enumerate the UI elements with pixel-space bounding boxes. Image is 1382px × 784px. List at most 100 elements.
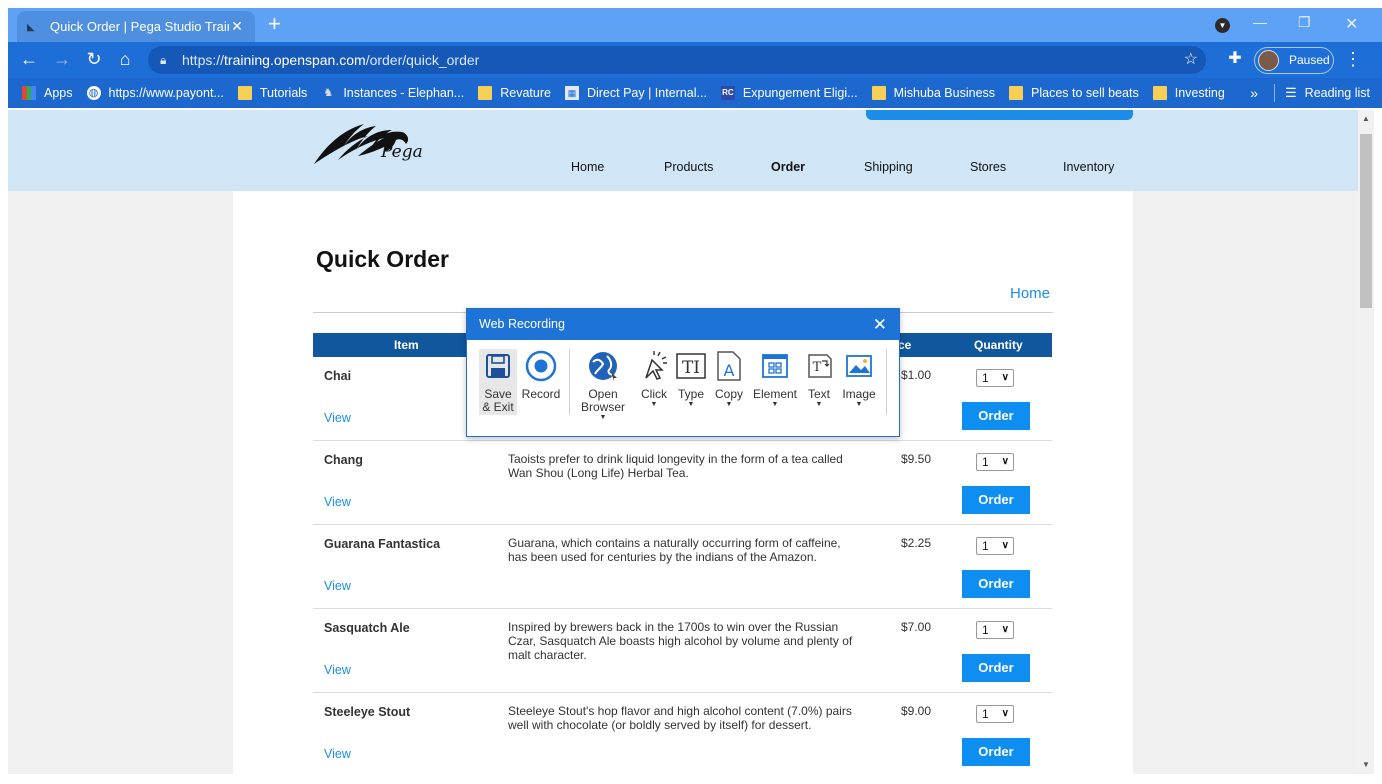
reload-icon[interactable]: ↻ (82, 48, 106, 70)
home-icon[interactable]: ⌂ (113, 48, 137, 70)
vertical-scrollbar[interactable]: ▲ ▼ (1358, 110, 1374, 774)
view-link[interactable]: View (324, 579, 351, 593)
product-price: $9.50 (901, 452, 932, 466)
new-tab-button[interactable]: + (268, 12, 281, 36)
save-icon (479, 349, 517, 383)
menu-kebab-icon[interactable]: ⋮ (1341, 48, 1365, 70)
tool-label: Image (842, 387, 876, 401)
quantity-select[interactable]: 1 ∨ (976, 705, 1014, 723)
divider (569, 349, 570, 415)
direct-pay-icon: ▦ (564, 86, 579, 100)
record-button[interactable]: Record (521, 349, 561, 401)
cart-icon: ▪▪ (880, 110, 887, 111)
bookmark-places[interactable]: Places to sell beats (1009, 86, 1139, 100)
order-button[interactable]: Order (962, 402, 1030, 430)
nav-products[interactable]: Products (664, 160, 713, 174)
bookmark-tutorials[interactable]: Tutorials (237, 86, 307, 100)
recorder-close-icon[interactable]: ✕ (873, 309, 887, 340)
order-button[interactable]: Order (962, 738, 1030, 766)
tool-label: Save & Exit (482, 387, 514, 414)
product-description: Inspired by brewers back in the 1700s to… (508, 620, 853, 662)
type-button[interactable]: TI Type ▼ (675, 349, 707, 409)
bookmark-direct-pay[interactable]: ▦ Direct Pay | Internal... (564, 86, 707, 100)
address-bar[interactable]: 🔒︎ https://training.openspan.com/order/q… (148, 46, 1206, 74)
view-link[interactable]: View (324, 663, 351, 677)
view-link[interactable]: View (324, 411, 351, 425)
dropdown-arrow-icon: ▼ (771, 401, 779, 408)
nav-home[interactable]: Home (571, 160, 604, 174)
scroll-down-icon[interactable]: ▼ (1358, 760, 1374, 769)
scroll-thumb[interactable] (1360, 134, 1372, 308)
page-title: Quick Order (316, 246, 449, 272)
home-link[interactable]: Home (1010, 285, 1050, 302)
quantity-select[interactable]: 1 ∨ (976, 453, 1014, 471)
bookmark-label: Revature (500, 86, 551, 100)
quantity-select[interactable]: 1 ∨ (976, 621, 1014, 639)
product-name: Sasquatch Ale (324, 621, 410, 635)
web-recording-panel: Web Recording ✕ Save & Exit Record Open … (466, 308, 900, 437)
quantity-select[interactable]: 1 ∨ (976, 537, 1014, 555)
scroll-up-icon[interactable]: ▲ (1358, 114, 1374, 123)
reading-list-button[interactable]: Reading list (1305, 86, 1370, 100)
bookmark-revature[interactable]: Revature (478, 86, 551, 100)
bookmark-payont[interactable]: ◍ https://www.payont... (86, 86, 224, 100)
order-button[interactable]: Order (962, 570, 1030, 598)
image-button[interactable]: Image ▼ (840, 349, 878, 409)
nav-stores[interactable]: Stores (970, 160, 1006, 174)
nav-inventory[interactable]: Inventory (1063, 160, 1114, 174)
minimize-icon[interactable]: — (1253, 14, 1267, 30)
product-price: $2.25 (901, 536, 932, 550)
bookmark-mishuba[interactable]: Mishuba Business (871, 86, 995, 100)
bookmark-label: Places to sell beats (1031, 86, 1139, 100)
bookmarks-right: » ☰ Reading list (1250, 78, 1370, 108)
cart-bar[interactable]: ▪▪ (866, 110, 1133, 120)
product-description: Taoists prefer to drink liquid longevity… (508, 452, 843, 480)
nav-shipping[interactable]: Shipping (864, 160, 913, 174)
bookmarks-overflow-button[interactable]: » (1250, 85, 1258, 101)
copy-icon: A (712, 349, 746, 383)
browser-tab[interactable]: ◣ Quick Order | Pega Studio Trainin ✕ (17, 11, 255, 42)
quantity-select[interactable]: 1 ∨ (976, 369, 1014, 387)
tab-strip: ◣ Quick Order | Pega Studio Trainin ✕ + … (8, 8, 1382, 42)
save-exit-button[interactable]: Save & Exit (479, 349, 517, 414)
nav-order[interactable]: Order (771, 160, 805, 174)
product-name: Chai (324, 369, 352, 383)
quantity-value: 1 (982, 623, 989, 637)
bookmark-star-icon[interactable]: ☆ (1184, 46, 1198, 74)
pega-favicon-icon: ◣ (27, 21, 35, 33)
bookmark-instances[interactable]: ♞ Instances - Elephan... (321, 86, 464, 100)
chevron-down-icon: ∨ (1001, 456, 1009, 467)
url-path: /order/quick_order (365, 52, 480, 68)
image-icon (840, 349, 878, 383)
recorder-title: Web Recording (467, 309, 899, 340)
tab-search-icon[interactable]: ▼ (1215, 18, 1230, 33)
view-link[interactable]: View (324, 495, 351, 509)
record-icon (521, 349, 561, 383)
tool-label: Open Browser (580, 387, 625, 414)
bookmark-investing[interactable]: Investing (1152, 86, 1225, 100)
window-close-icon[interactable]: ✕ (1345, 14, 1358, 34)
text-button[interactable]: T Text ▼ (803, 349, 835, 409)
element-button[interactable]: Element ▼ (751, 349, 799, 409)
profile-status: Paused (1289, 53, 1330, 67)
back-icon[interactable]: ← (17, 48, 41, 70)
dropdown-arrow-icon: ▼ (687, 401, 695, 408)
type-text-icon: TI (675, 349, 707, 383)
restore-icon[interactable]: ❐ (1298, 14, 1311, 31)
bookmark-expungement[interactable]: RC Expungement Eligi... (720, 86, 858, 100)
click-button[interactable]: Click ▼ (637, 349, 671, 409)
profile-button[interactable]: Paused (1254, 47, 1334, 74)
tab-close-icon[interactable]: ✕ (229, 18, 245, 35)
tool-label: Copy (714, 387, 743, 401)
order-button[interactable]: Order (962, 486, 1030, 514)
forward-icon[interactable]: → (50, 48, 74, 70)
screen: ◣ Quick Order | Pega Studio Trainin ✕ + … (0, 0, 1382, 784)
extensions-puzzle-icon[interactable]: ✚ (1223, 48, 1247, 70)
copy-button[interactable]: A Copy ▼ (712, 349, 746, 409)
open-browser-button[interactable]: Open Browser ▼ (577, 349, 629, 422)
main-content: Quick Order Home Item ce Quantity Chai V… (233, 191, 1133, 774)
bookmark-apps[interactable]: Apps (22, 86, 73, 100)
view-link[interactable]: View (324, 747, 351, 761)
url-prefix: https:// (182, 52, 225, 68)
order-button[interactable]: Order (962, 654, 1030, 682)
